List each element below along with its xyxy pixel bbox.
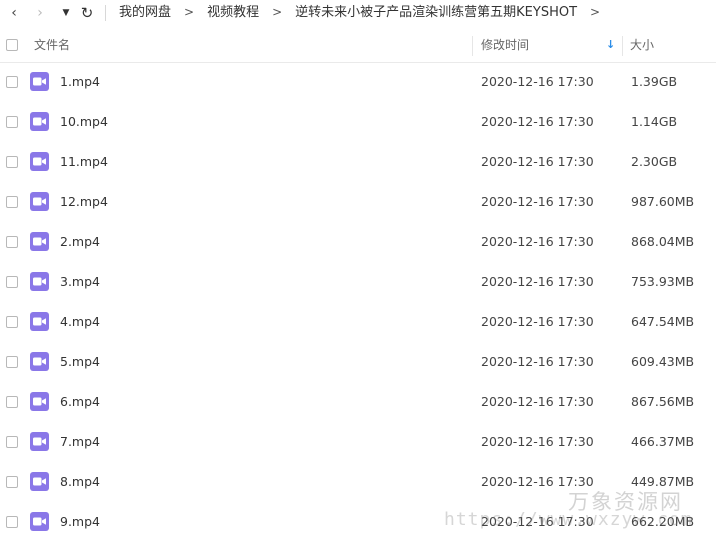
file-size: 2.30GB <box>631 154 678 169</box>
file-name[interactable]: 8.mp4 <box>60 462 100 502</box>
column-header-name[interactable]: 文件名 <box>34 28 70 62</box>
refresh-icon[interactable]: ↻ <box>78 3 96 23</box>
row-checkbox[interactable] <box>6 236 18 248</box>
file-row[interactable]: 11.mp4 2020-12-16 17:30 2.30GB <box>0 142 716 182</box>
file-name[interactable]: 3.mp4 <box>60 262 100 302</box>
row-checkbox[interactable] <box>6 356 18 368</box>
file-modified-time: 2020-12-16 17:30 <box>481 394 594 409</box>
file-name[interactable]: 11.mp4 <box>60 142 108 182</box>
row-checkbox[interactable] <box>6 276 18 288</box>
breadcrumb: 我的网盘 > 视频教程 > 逆转未来小被子产品渲染训练营第五期KEYSHOT > <box>119 0 613 26</box>
breadcrumb-item-videos[interactable]: 视频教程 <box>207 5 259 20</box>
file-size: 868.04MB <box>631 234 695 249</box>
breadcrumb-separator: > <box>272 5 283 19</box>
video-file-icon <box>30 152 49 171</box>
video-file-icon <box>30 432 49 451</box>
video-file-icon <box>30 72 49 91</box>
video-file-icon <box>30 272 49 291</box>
file-name[interactable]: 7.mp4 <box>60 422 100 462</box>
file-name[interactable]: 5.mp4 <box>60 342 100 382</box>
file-row[interactable]: 3.mp4 2020-12-16 17:30 753.93MB <box>0 262 716 302</box>
watermark-url: https://www.wxzyw.com <box>444 509 693 530</box>
file-name[interactable]: 6.mp4 <box>60 382 100 422</box>
file-name[interactable]: 1.mp4 <box>60 62 100 102</box>
file-modified-time: 2020-12-16 17:30 <box>481 114 594 129</box>
toolbar-divider <box>105 5 106 21</box>
file-size: 647.54MB <box>631 314 695 329</box>
file-row[interactable]: 4.mp4 2020-12-16 17:30 647.54MB <box>0 302 716 342</box>
file-size: 867.56MB <box>631 394 695 409</box>
row-checkbox[interactable] <box>6 116 18 128</box>
caret-down-icon[interactable]: ▼ <box>60 3 72 23</box>
file-row[interactable]: 7.mp4 2020-12-16 17:30 466.37MB <box>0 422 716 462</box>
column-header-size[interactable]: 大小 <box>630 28 654 62</box>
file-modified-time: 2020-12-16 17:30 <box>481 234 594 249</box>
chevron-left-icon[interactable]: ‹ <box>6 3 22 23</box>
file-size: 1.39GB <box>631 74 678 89</box>
file-row[interactable]: 5.mp4 2020-12-16 17:30 609.43MB <box>0 342 716 382</box>
breadcrumb-item-current[interactable]: 逆转未来小被子产品渲染训练营第五期KEYSHOT <box>295 5 577 20</box>
sort-descending-icon: ↓ <box>606 38 616 51</box>
row-checkbox[interactable] <box>6 476 18 488</box>
file-size: 609.43MB <box>631 354 695 369</box>
file-modified-time: 2020-12-16 17:30 <box>481 354 594 369</box>
file-size: 466.37MB <box>631 434 695 449</box>
video-file-icon <box>30 392 49 411</box>
file-name[interactable]: 9.mp4 <box>60 502 100 542</box>
file-row[interactable]: 1.mp4 2020-12-16 17:30 1.39GB <box>0 62 716 102</box>
file-modified-time: 2020-12-16 17:30 <box>481 274 594 289</box>
video-file-icon <box>30 512 49 531</box>
breadcrumb-item-root[interactable]: 我的网盘 <box>119 5 171 20</box>
file-row[interactable]: 10.mp4 2020-12-16 17:30 1.14GB <box>0 102 716 142</box>
row-checkbox[interactable] <box>6 436 18 448</box>
file-row[interactable]: 2.mp4 2020-12-16 17:30 868.04MB <box>0 222 716 262</box>
video-file-icon <box>30 472 49 491</box>
column-divider[interactable] <box>622 36 623 56</box>
breadcrumb-separator[interactable]: > <box>590 5 600 19</box>
video-file-icon <box>30 112 49 131</box>
row-checkbox[interactable] <box>6 196 18 208</box>
file-modified-time: 2020-12-16 17:30 <box>481 434 594 449</box>
file-name[interactable]: 4.mp4 <box>60 302 100 342</box>
file-modified-time: 2020-12-16 17:30 <box>481 314 594 329</box>
file-name[interactable]: 10.mp4 <box>60 102 108 142</box>
file-size: 987.60MB <box>631 194 695 209</box>
file-name[interactable]: 2.mp4 <box>60 222 100 262</box>
video-file-icon <box>30 192 49 211</box>
file-name[interactable]: 12.mp4 <box>60 182 108 222</box>
column-divider[interactable] <box>472 36 473 56</box>
row-checkbox[interactable] <box>6 156 18 168</box>
row-checkbox[interactable] <box>6 396 18 408</box>
column-header-modified[interactable]: 修改时间 <box>481 28 529 62</box>
file-row[interactable]: 6.mp4 2020-12-16 17:30 867.56MB <box>0 382 716 422</box>
row-checkbox[interactable] <box>6 316 18 328</box>
column-header-row: 文件名 修改时间 ↓ 大小 <box>0 28 716 63</box>
file-modified-time: 2020-12-16 17:30 <box>481 194 594 209</box>
file-row[interactable]: 12.mp4 2020-12-16 17:30 987.60MB <box>0 182 716 222</box>
file-modified-time: 2020-12-16 17:30 <box>481 74 594 89</box>
breadcrumb-separator: > <box>184 5 195 19</box>
toolbar: ‹ › ▼ ↻ 我的网盘 > 视频教程 > 逆转未来小被子产品渲染训练营第五期KEYSH… <box>0 0 716 26</box>
select-all-checkbox[interactable] <box>6 39 18 51</box>
video-file-icon <box>30 352 49 371</box>
row-checkbox[interactable] <box>6 516 18 528</box>
video-file-icon <box>30 312 49 331</box>
row-checkbox[interactable] <box>6 76 18 88</box>
file-size: 1.14GB <box>631 114 678 129</box>
video-file-icon <box>30 232 49 251</box>
chevron-right-icon[interactable]: › <box>32 3 48 23</box>
file-size: 753.93MB <box>631 274 695 289</box>
file-modified-time: 2020-12-16 17:30 <box>481 154 594 169</box>
